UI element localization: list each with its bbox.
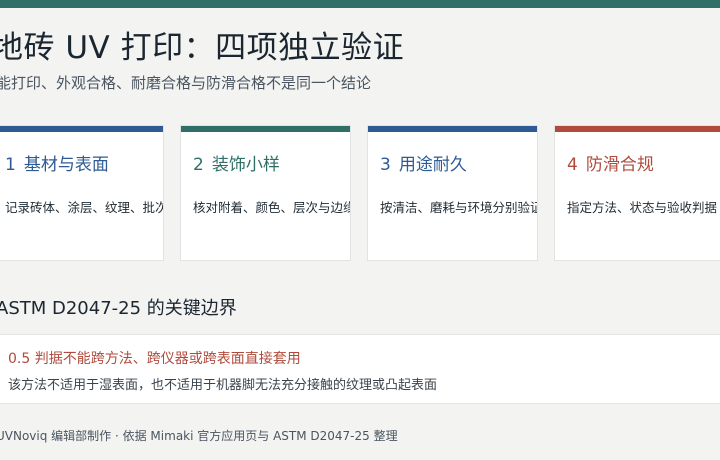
- card-number: 4: [567, 155, 578, 175]
- card-accent-bar: [555, 126, 720, 132]
- card-title-text: 基材与表面: [23, 155, 109, 175]
- page-title: 地砖 UV 打印：四项独立验证: [0, 30, 405, 66]
- card-text: 按清洁、磨耗与环境分别验证: [380, 200, 538, 215]
- card-text: 指定方法、状态与验收判据: [567, 200, 718, 215]
- callout-body: 该方法不适用于湿表面，也不适用于机器脚无法充分接触的纹理或凸起表面: [8, 378, 438, 393]
- card-title: 1 基材与表面: [5, 150, 109, 175]
- section-title: ASTM D2047-25 的关键边界: [0, 298, 237, 319]
- page-subtitle: 能打印、外观合格、耐磨合格与防滑合格不是同一个结论: [0, 74, 372, 92]
- card-durability: 3 用途耐久 按清洁、磨耗与环境分别验证: [367, 125, 538, 261]
- callout-heading: 0.5 判据不能跨方法、跨仪器或跨表面直接套用: [8, 351, 301, 367]
- card-number: 3: [380, 155, 391, 175]
- card-accent-bar: [368, 126, 537, 132]
- card-text: 记录砖体、涂层、纹理、批次: [5, 200, 164, 215]
- card-title-text: 用途耐久: [398, 155, 467, 175]
- card-title-text: 装饰小样: [211, 155, 280, 175]
- footer-credit: UVNoviq 编辑部制作 · 依据 Mimaki 官方应用页与 ASTM D2…: [0, 429, 398, 443]
- card-decor-sample: 2 装饰小样 核对附着、颜色、层次与边缘: [180, 125, 351, 261]
- callout-box: 0.5 判据不能跨方法、跨仪器或跨表面直接套用 该方法不适用于湿表面，也不适用于…: [0, 334, 720, 404]
- card-number: 1: [5, 155, 16, 175]
- card-accent-bar: [181, 126, 350, 132]
- card-substrate: 1 基材与表面 记录砖体、涂层、纹理、批次: [0, 125, 164, 261]
- card-slip-resistance: 4 防滑合规 指定方法、状态与验收判据: [554, 125, 720, 261]
- card-number: 2: [193, 155, 204, 175]
- card-title: 4 防滑合规: [567, 150, 654, 175]
- top-accent-bar: [0, 0, 720, 8]
- card-title: 2 装饰小样: [193, 150, 280, 175]
- card-title-text: 防滑合规: [585, 155, 654, 175]
- card-accent-bar: [0, 126, 163, 132]
- card-text: 核对附着、颜色、层次与边缘: [193, 200, 351, 215]
- card-title: 3 用途耐久: [380, 150, 467, 175]
